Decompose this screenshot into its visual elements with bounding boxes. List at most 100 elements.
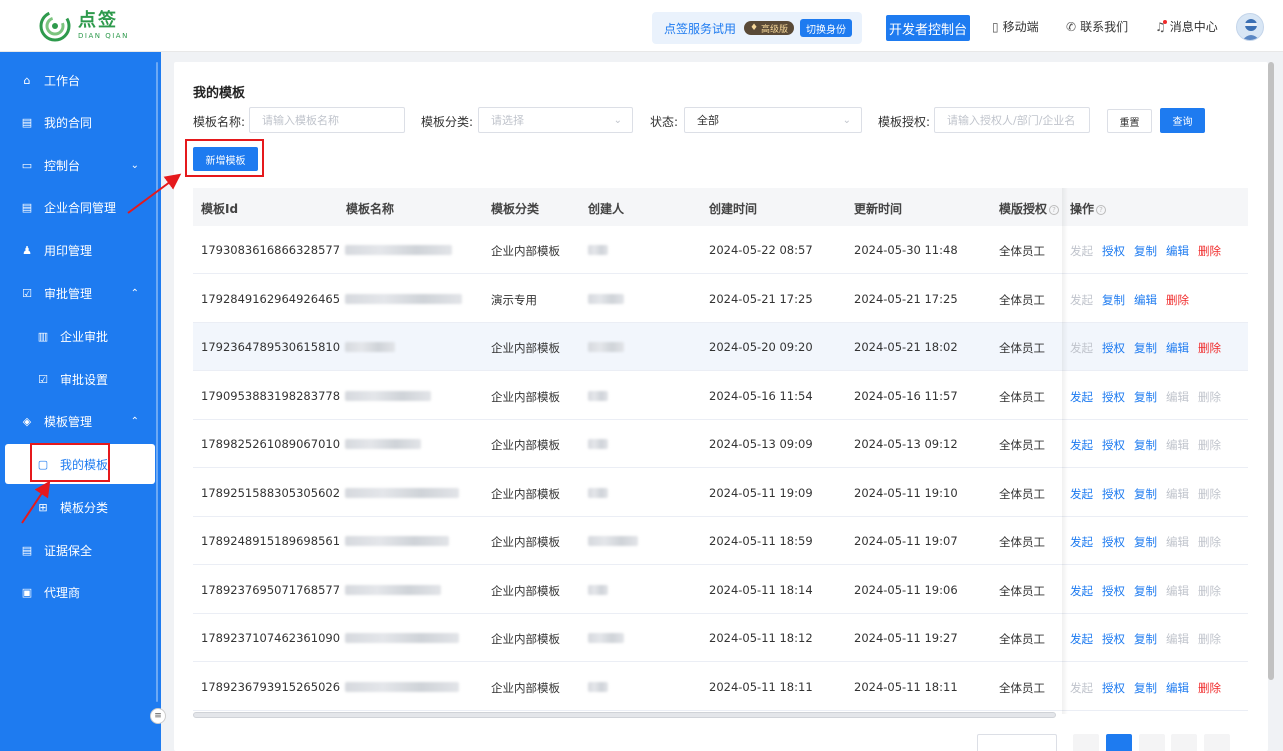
mobile-link[interactable]: ▯ 移动端 — [992, 18, 1039, 35]
sidebar-item-workbench[interactable]: ⌂ 工作台 — [0, 60, 155, 100]
delete-button[interactable]: 删除 — [1198, 340, 1221, 356]
authorize-button[interactable]: 授权 — [1102, 389, 1125, 405]
table-row[interactable]: 1789237107462361090 企业内部模板 2024-05-11 18:1… — [193, 614, 1248, 662]
template-auth-label: 模板授权: — [878, 115, 931, 129]
edit-button[interactable]: 编辑 — [1134, 292, 1157, 308]
document-icon: ▤ — [21, 200, 33, 214]
launch-button: 发起 — [1070, 244, 1093, 258]
authorize-button[interactable]: 授权 — [1102, 631, 1125, 647]
cell-created-time: 2024-05-16 11:54 — [709, 389, 813, 403]
launch-button[interactable]: 发起 — [1070, 389, 1093, 405]
page-button[interactable] — [1171, 734, 1197, 751]
delete-button[interactable]: 删除 — [1198, 680, 1221, 696]
copy-button[interactable]: 复制 — [1102, 292, 1125, 308]
edit-button[interactable]: 编辑 — [1166, 340, 1189, 356]
horizontal-scrollbar[interactable] — [193, 712, 1056, 718]
developer-console-button[interactable]: 开发者控制台 — [886, 15, 970, 41]
cell-category: 企业内部模板 — [491, 535, 560, 549]
logo[interactable]: 点签 DIAN QIAN — [38, 8, 148, 44]
copy-button[interactable]: 复制 — [1134, 583, 1157, 599]
copy-button[interactable]: 复制 — [1134, 340, 1157, 356]
check-square-icon: ☑ — [38, 372, 48, 386]
page-button[interactable] — [1139, 734, 1165, 751]
authorize-button[interactable]: 授权 — [1102, 583, 1125, 599]
trial-banner: 点签服务试用 ♦ 高级版 切换身份 — [652, 12, 862, 44]
sidebar-scrollbar[interactable] — [156, 62, 158, 702]
cell-authorization: 全体员工 — [999, 438, 1045, 452]
cell-authorization: 全体员工 — [999, 341, 1045, 355]
copy-button[interactable]: 复制 — [1134, 389, 1157, 405]
help-icon[interactable]: ? — [1096, 205, 1107, 215]
edit-button[interactable]: 编辑 — [1166, 680, 1189, 696]
table-row[interactable]: 1789237695071768577 企业内部模板 2024-05-11 18:1… — [193, 566, 1248, 614]
template-category-select[interactable]: 请选择 ⌄ — [478, 107, 633, 133]
sidebar-item-approval-management[interactable]: ☑ 审批管理 ⌃ — [0, 273, 155, 313]
contact-link[interactable]: ✆ 联系我们 — [1066, 18, 1128, 35]
authorize-button[interactable]: 授权 — [1102, 680, 1125, 696]
delete-button: 删除 — [1198, 535, 1221, 549]
sidebar-item-label: 企业审批 — [60, 329, 109, 344]
cell-template-id: 1792364789530615810 — [201, 340, 341, 354]
launch-button[interactable]: 发起 — [1070, 631, 1093, 647]
page-title: 我的模板 — [193, 86, 246, 101]
authorize-button[interactable]: 授权 — [1102, 243, 1125, 259]
cell-updated-time: 2024-05-13 09:12 — [854, 437, 958, 451]
page-vertical-scrollbar[interactable] — [1268, 62, 1274, 680]
sidebar-item-template-category[interactable]: ⊞ 模板分类 — [0, 487, 155, 527]
delete-button[interactable]: 删除 — [1166, 292, 1189, 308]
fixed-column-divider — [1062, 188, 1068, 714]
next-page-button[interactable] — [1204, 734, 1230, 751]
sidebar-item-enterprise-contracts[interactable]: ▤ 企业合同管理 — [0, 187, 155, 227]
page-size-select[interactable] — [977, 734, 1057, 751]
sidebar-item-my-contracts[interactable]: ▤ 我的合同 — [0, 102, 155, 142]
copy-button[interactable]: 复制 — [1134, 243, 1157, 259]
copy-button[interactable]: 复制 — [1134, 631, 1157, 647]
status-select[interactable]: 全部 ⌄ — [684, 107, 862, 133]
table-row[interactable]: 1793083616866328577 企业内部模板 2024-05-22 08:5… — [193, 226, 1248, 274]
sidebar-item-evidence[interactable]: ▤ 证据保全 — [0, 530, 155, 570]
launch-button[interactable]: 发起 — [1070, 534, 1093, 550]
collapse-sidebar-icon[interactable]: ≡ — [150, 708, 166, 724]
edit-button[interactable]: 编辑 — [1166, 243, 1189, 259]
launch-button[interactable]: 发起 — [1070, 583, 1093, 599]
template-auth-input[interactable]: 请输入授权人/部门/企业名 — [934, 107, 1090, 133]
table-row[interactable]: 1790953883198283778 企业内部模板 2024-05-16 11:5… — [193, 372, 1248, 420]
sidebar-item-console[interactable]: ▭ 控制台 ⌄ — [0, 145, 155, 185]
cell-template-name-redacted — [345, 488, 459, 498]
authorize-button[interactable]: 授权 — [1102, 340, 1125, 356]
table-row[interactable]: 1789236793915265026 企业内部模板 2024-05-11 18:1… — [193, 663, 1248, 711]
copy-button[interactable]: 复制 — [1134, 534, 1157, 550]
sidebar-item-agent[interactable]: ▣ 代理商 — [0, 572, 155, 612]
authorize-button[interactable]: 授权 — [1102, 534, 1125, 550]
launch-button[interactable]: 发起 — [1070, 437, 1093, 453]
copy-button[interactable]: 复制 — [1134, 486, 1157, 502]
reset-button[interactable]: 重置 — [1107, 109, 1152, 133]
authorize-button[interactable]: 授权 — [1102, 486, 1125, 502]
page-button-current[interactable] — [1106, 734, 1132, 751]
cell-updated-time: 2024-05-30 11:48 — [854, 243, 958, 257]
copy-button[interactable]: 复制 — [1134, 680, 1157, 696]
delete-button[interactable]: 删除 — [1198, 243, 1221, 259]
table-row[interactable]: 1792364789530615810 企业内部模板 2024-05-20 09:2… — [193, 323, 1248, 371]
table-row[interactable]: 1789248915189698561 企业内部模板 2024-05-11 18:5… — [193, 517, 1248, 565]
message-center-link[interactable]: ♫ 消息中心 — [1155, 18, 1218, 35]
table-row[interactable]: 1789825261089067010 企业内部模板 2024-05-13 09:0… — [193, 420, 1248, 468]
sidebar-item-approval-settings[interactable]: ☑ 审批设置 — [0, 359, 155, 399]
table-row[interactable]: 1792849162964926465 演示专用 2024-05-21 17:25 2… — [193, 275, 1248, 323]
logo-text-en: DIAN QIAN — [78, 32, 129, 40]
annotation-box-sidebar — [30, 443, 110, 482]
query-button[interactable]: 查询 — [1160, 108, 1205, 133]
cell-creator-redacted — [588, 294, 624, 304]
switch-identity-button[interactable]: 切换身份 — [799, 19, 852, 37]
prev-page-button[interactable] — [1073, 734, 1099, 751]
sidebar-item-template-management[interactable]: ◈ 模板管理 ⌃ — [0, 401, 155, 441]
launch-button[interactable]: 发起 — [1070, 486, 1093, 502]
sidebar-item-seal-management[interactable]: ♟ 用印管理 — [0, 230, 155, 270]
authorize-button[interactable]: 授权 — [1102, 437, 1125, 453]
sidebar-item-enterprise-approval[interactable]: ▥ 企业审批 — [0, 316, 155, 356]
help-icon[interactable]: ? — [1049, 205, 1060, 215]
template-name-input[interactable]: 请输入模板名称 — [249, 107, 405, 133]
avatar[interactable] — [1236, 13, 1264, 41]
table-row[interactable]: 1789251588305305602 企业内部模板 2024-05-11 19:0… — [193, 469, 1248, 517]
copy-button[interactable]: 复制 — [1134, 437, 1157, 453]
